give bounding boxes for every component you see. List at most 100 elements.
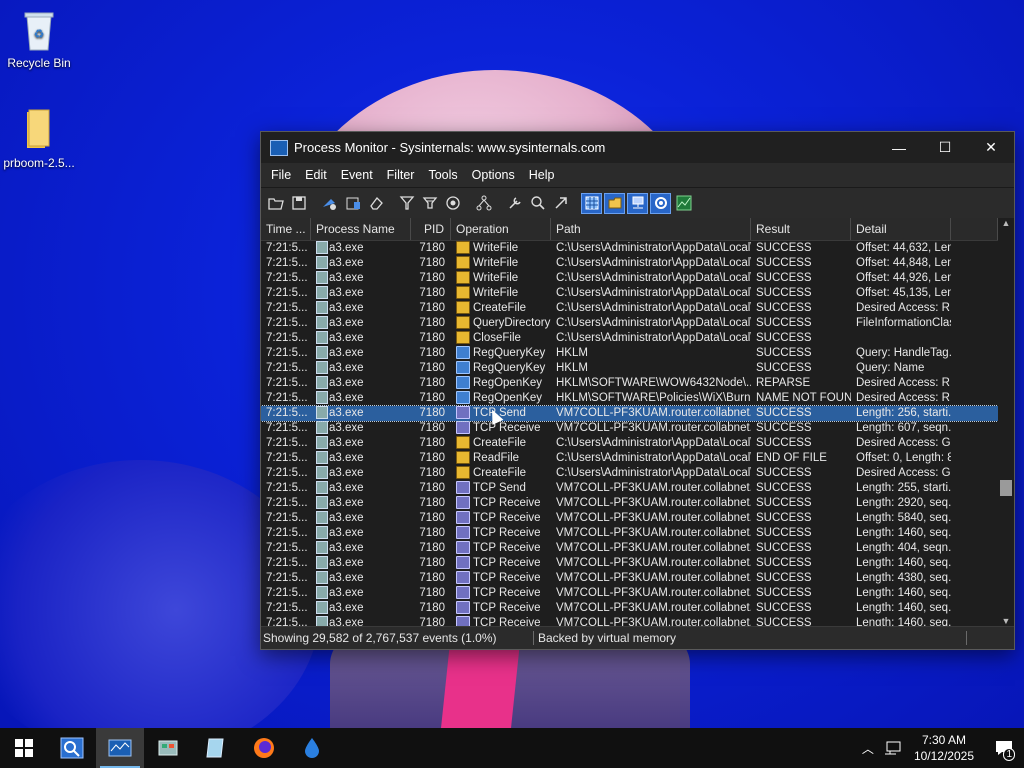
menu-file[interactable]: File	[261, 168, 298, 182]
autoscroll-icon[interactable]	[342, 193, 363, 214]
taskbar-water-drop-app[interactable]	[288, 728, 336, 768]
table-row[interactable]: 7:21:5... a3.exe 7180 TCP Receive VM7COLL-PF…	[261, 511, 998, 526]
cell-pid: 7180	[419, 377, 445, 389]
event-list[interactable]: Time ... Process Name PID Operation Path…	[261, 218, 998, 626]
filter-icon[interactable]	[396, 193, 417, 214]
network-activity-icon[interactable]	[627, 192, 648, 214]
taskbar-process-monitor[interactable]	[96, 728, 144, 768]
filesystem-operation-icon	[456, 466, 470, 480]
properties-icon[interactable]	[504, 193, 525, 214]
cell-process-name: a3.exe	[311, 526, 411, 541]
minimize-button[interactable]: —	[876, 132, 922, 163]
cell-detail: Desired Access: R...	[856, 302, 951, 314]
menu-edit[interactable]: Edit	[298, 168, 334, 182]
scroll-up-arrow-icon[interactable]: ▲	[998, 218, 1014, 228]
process-tree-icon[interactable]	[473, 193, 494, 214]
find-icon[interactable]	[527, 193, 548, 214]
start-button[interactable]	[0, 728, 48, 768]
cell-path: C:\Users\Administrator\AppData\Local\...	[556, 437, 751, 449]
column-header-result[interactable]: Result	[751, 218, 851, 240]
maximize-button[interactable]: ☐	[922, 132, 968, 163]
table-row[interactable]: 7:21:5... a3.exe 7180 TCP Send VM7COLL-PF3KU…	[261, 481, 998, 496]
menu-options[interactable]: Options	[465, 168, 522, 182]
desktop-icon-recycle-bin[interactable]: ♻ Recycle Bin	[0, 8, 79, 70]
open-icon[interactable]	[265, 193, 286, 214]
taskbar-control-panel[interactable]	[144, 728, 192, 768]
process-name-text: a3.exe	[329, 617, 364, 626]
table-row[interactable]: 7:21:5... a3.exe 7180 WriteFile C:\Users\Adm…	[261, 271, 998, 286]
vertical-scrollbar[interactable]: ▲ ▼	[998, 218, 1014, 626]
cell-process-name: a3.exe	[311, 376, 411, 391]
table-row[interactable]: 7:21:5... a3.exe 7180 WriteFile C:\Users\Adm…	[261, 256, 998, 271]
table-row[interactable]: 7:21:5... a3.exe 7180 TCP Send VM7COLL-PF3KU…	[261, 405, 998, 422]
clear-icon[interactable]	[365, 193, 386, 214]
column-header-time[interactable]: Time ...	[261, 218, 311, 240]
taskbar-search-app[interactable]	[48, 728, 96, 768]
operation-text: TCP Receive	[473, 422, 541, 434]
include-process-icon[interactable]	[442, 193, 463, 214]
process-icon	[316, 481, 328, 495]
menu-filter[interactable]: Filter	[380, 168, 422, 182]
profiling-icon[interactable]	[673, 193, 694, 214]
table-row[interactable]: 7:21:5... a3.exe 7180 TCP Receive VM7COLL-PF…	[261, 571, 998, 586]
cell-pid: 7180	[419, 242, 445, 254]
table-row[interactable]: 7:21:5... a3.exe 7180 QueryDirectory C:\User…	[261, 316, 998, 331]
cell-process-name: a3.exe	[311, 286, 411, 301]
process-icon	[316, 541, 328, 555]
title-bar[interactable]: Process Monitor - Sysinternals: www.sysi…	[261, 132, 1014, 163]
column-header-process-name[interactable]: Process Name	[311, 218, 411, 240]
scrollbar-thumb[interactable]	[1000, 480, 1012, 496]
table-row[interactable]: 7:21:5... a3.exe 7180 CreateFile C:\Users\Ad…	[261, 436, 998, 451]
show-hidden-icons-chevron-icon[interactable]: ︿	[862, 740, 874, 757]
table-row[interactable]: 7:21:5... a3.exe 7180 RegQueryKey HKLM SUCCES…	[261, 346, 998, 361]
highlight-icon[interactable]	[419, 193, 440, 214]
menu-event[interactable]: Event	[334, 168, 380, 182]
column-header-detail[interactable]: Detail	[851, 218, 951, 240]
table-row[interactable]: 7:21:5... a3.exe 7180 TCP Receive VM7COLL-PF…	[261, 496, 998, 511]
operation-text: WriteFile	[473, 287, 519, 299]
clock[interactable]: 7:30 AM 10/12/2025	[914, 732, 974, 764]
table-row[interactable]: 7:21:5... a3.exe 7180 RegOpenKey HKLM\SOFTWA…	[261, 391, 998, 406]
table-row[interactable]: 7:21:5... a3.exe 7180 TCP Receive VM7COLL-PF…	[261, 526, 998, 541]
table-row[interactable]: 7:21:5... a3.exe 7180 WriteFile C:\Users\Adm…	[261, 286, 998, 301]
menu-help[interactable]: Help	[522, 168, 562, 182]
table-row[interactable]: 7:21:5... a3.exe 7180 CreateFile C:\Users\Ad…	[261, 301, 998, 316]
table-row[interactable]: 7:21:5... a3.exe 7180 WriteFile C:\Users\Adm…	[261, 241, 998, 256]
column-header-path[interactable]: Path	[551, 218, 751, 240]
operation-text: CreateFile	[473, 302, 527, 314]
table-row[interactable]: 7:21:5... a3.exe 7180 RegQueryKey HKLM SUCCES…	[261, 361, 998, 376]
cell-operation: TCP Receive	[451, 601, 551, 616]
cell-operation: TCP Receive	[451, 541, 551, 556]
filesystem-activity-icon[interactable]	[604, 192, 625, 214]
table-row[interactable]: 7:21:5... a3.exe 7180 TCP Receive VM7COLL-PF…	[261, 601, 998, 616]
table-row[interactable]: 7:21:5... a3.exe 7180 ReadFile C:\Users\Admi…	[261, 451, 998, 466]
column-header-operation[interactable]: Operation	[451, 218, 551, 240]
table-row[interactable]: 7:21:5... a3.exe 7180 CloseFile C:\Users\Adm…	[261, 331, 998, 346]
desktop-icon-prboom[interactable]: prboom-2.5...	[0, 108, 79, 170]
taskbar-notepad[interactable]	[192, 728, 240, 768]
table-row[interactable]: 7:21:5... a3.exe 7180 TCP Receive VM7COLL-PF…	[261, 586, 998, 601]
process-icon	[316, 406, 328, 420]
save-icon[interactable]	[288, 193, 309, 214]
scroll-down-arrow-icon[interactable]: ▼	[998, 616, 1014, 626]
close-button[interactable]: ✕	[968, 132, 1014, 163]
table-row[interactable]: 7:21:5... a3.exe 7180 TCP Receive VM7COLL-PF…	[261, 541, 998, 556]
table-row[interactable]: 7:21:5... a3.exe 7180 RegOpenKey HKLM\SOFTWA…	[261, 376, 998, 391]
water-drop-icon	[305, 738, 319, 758]
column-header-pid[interactable]: PID	[411, 218, 451, 240]
cell-detail: Desired Access: R...	[856, 377, 951, 389]
table-row[interactable]: 7:21:5... a3.exe 7180 TCP Receive VM7COLL-PF…	[261, 616, 998, 626]
network-icon[interactable]	[884, 740, 902, 756]
menu-bar: File Edit Event Filter Tools Options Hel…	[261, 163, 1014, 187]
capture-icon[interactable]	[319, 193, 340, 214]
taskbar-firefox[interactable]	[240, 728, 288, 768]
table-row[interactable]: 7:21:5... a3.exe 7180 TCP Receive VM7COLL-PF…	[261, 421, 998, 436]
registry-activity-icon[interactable]	[581, 192, 602, 214]
menu-tools[interactable]: Tools	[421, 168, 464, 182]
action-center-button[interactable]: 1	[984, 728, 1024, 768]
table-row[interactable]: 7:21:5... a3.exe 7180 TCP Receive VM7COLL-PF…	[261, 556, 998, 571]
process-activity-icon[interactable]	[650, 192, 671, 214]
jump-icon[interactable]	[550, 193, 571, 214]
table-row[interactable]: 7:21:5... a3.exe 7180 CreateFile C:\Users\Ad…	[261, 466, 998, 481]
cell-detail: Length: 1460, seq...	[856, 587, 951, 599]
